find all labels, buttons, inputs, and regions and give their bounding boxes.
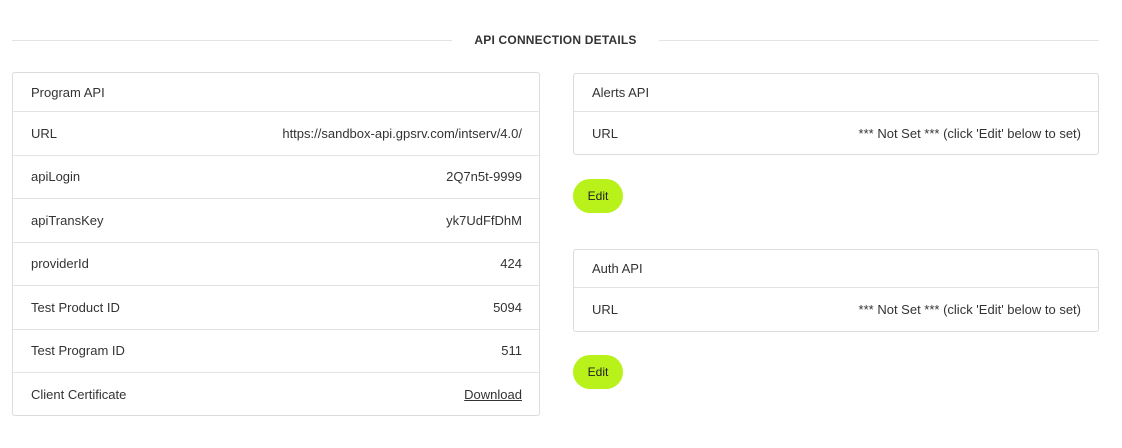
row-value: https://sandbox-api.gpsrv.com/intserv/4.… [282,125,522,141]
auth-api-header: Auth API [574,250,1098,287]
alerts-api-edit-button[interactable]: Edit [573,179,623,213]
row-label: apiTransKey [31,212,104,228]
row-label: URL [592,302,619,317]
row-label: Client Certificate [31,386,127,402]
divider-left [12,40,452,41]
alerts-api-row-url: URL *** Not Set *** (click 'Edit' below … [574,111,1098,155]
program-api-row-providerid: providerId 424 [13,241,539,286]
row-value: *** Not Set *** (click 'Edit' below to s… [858,302,1081,317]
row-value: *** Not Set *** (click 'Edit' below to s… [858,126,1081,141]
auth-api-edit-button[interactable]: Edit [573,355,623,389]
alerts-api-panel: Alerts API URL *** Not Set *** (click 'E… [573,73,1099,155]
program-api-row-test-program-id: Test Program ID 511 [13,328,539,373]
row-value: 511 [501,343,522,359]
section-header: API CONNECTION DETAILS [12,30,1099,50]
program-api-row-apilogin: apiLogin 2Q7n5t-9999 [13,154,539,199]
program-api-title: Program API [31,84,105,100]
row-label: apiLogin [31,169,81,185]
row-label: URL [31,125,58,141]
program-api-row-test-product-id: Test Product ID 5094 [13,285,539,329]
auth-api-title: Auth API [592,261,643,276]
row-value: yk7UdFfDhM [446,212,522,228]
program-api-row-url: URL https://sandbox-api.gpsrv.com/intser… [13,111,539,155]
divider-right [659,40,1099,41]
program-api-panel: Program API URL https://sandbox-api.gpsr… [12,72,540,416]
program-api-row-client-certificate: Client Certificate Download [13,372,539,416]
auth-api-panel: Auth API URL *** Not Set *** (click 'Edi… [573,249,1099,332]
auth-api-row-url: URL *** Not Set *** (click 'Edit' below … [574,287,1098,331]
program-api-header: Program API [13,73,539,111]
program-api-row-apitranskey: apiTransKey yk7UdFfDhM [13,198,539,242]
row-label: URL [592,126,619,141]
alerts-api-title: Alerts API [592,85,650,100]
row-label: Test Program ID [31,343,125,359]
row-value: 2Q7n5t-9999 [446,169,522,185]
row-label: providerId [31,256,89,272]
alerts-api-header: Alerts API [574,74,1098,111]
row-value: 424 [500,256,522,272]
section-title: API CONNECTION DETAILS [474,33,637,47]
download-certificate-link[interactable]: Download [464,387,522,402]
row-label: Test Product ID [31,299,120,315]
row-value: 5094 [493,299,522,315]
